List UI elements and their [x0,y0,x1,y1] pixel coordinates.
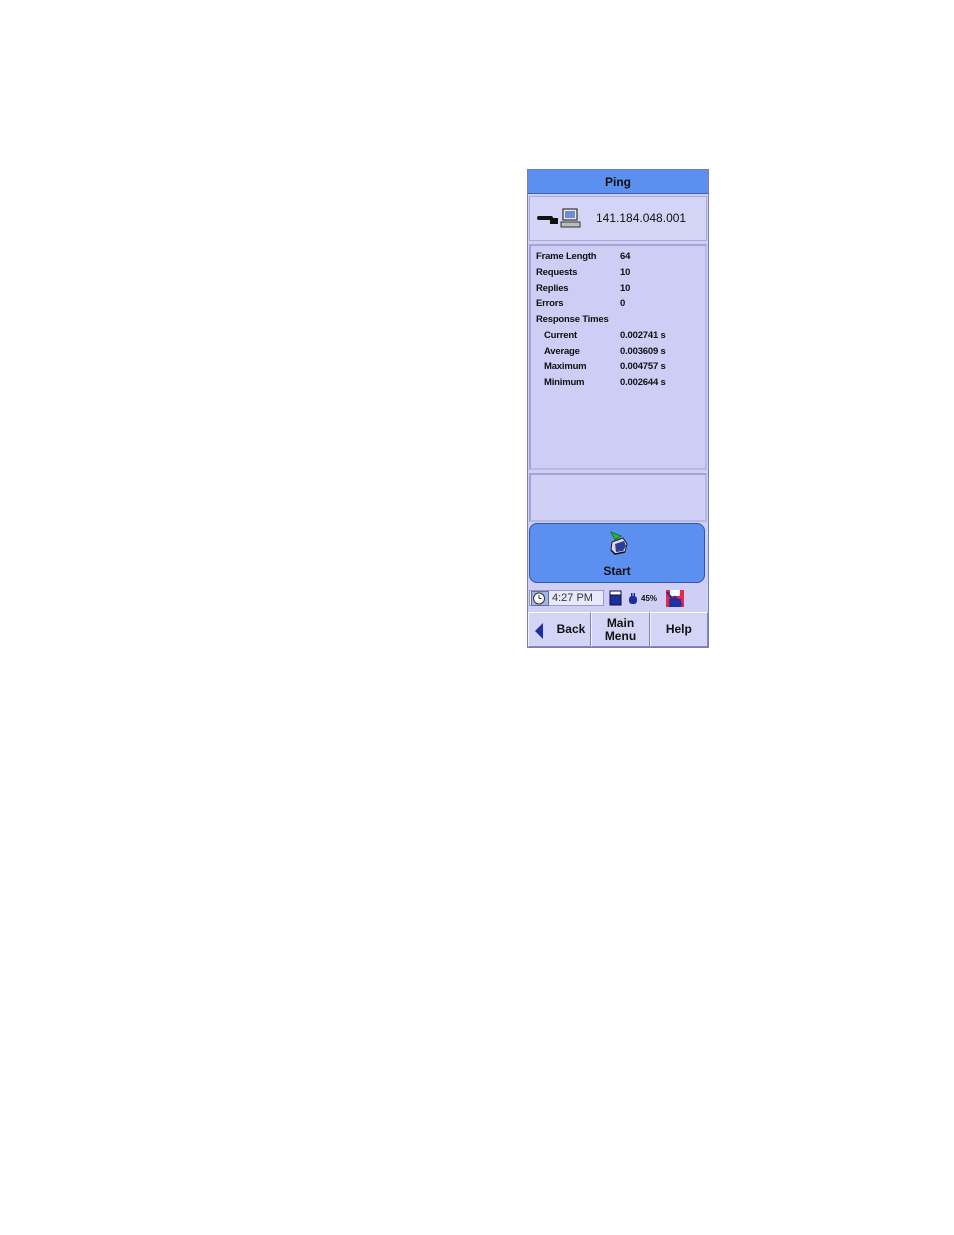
clock-icon [531,591,549,606]
start-button[interactable]: Start [529,523,705,583]
maximum-label: Maximum [544,361,587,372]
start-button-label: Start [603,564,631,578]
computer-icon [560,208,581,228]
help-button-label: Help [665,622,692,636]
save-icon[interactable] [665,588,685,608]
window-title: Ping [528,170,708,194]
frame-length-label: Frame Length [536,251,597,262]
response-times-label: Response Times [536,314,609,325]
network-connection-icon [537,216,558,224]
status-bar: 4:27 PM 45% [528,588,708,610]
target-ip-address: 141.184.048.001 [596,211,687,225]
maximum-value: 0.004757 s [620,361,666,372]
main-menu-label-line1: Main [606,615,635,630]
back-button-label: Back [556,622,586,636]
current-label: Current [544,330,577,341]
message-panel [529,473,707,522]
replies-value: 10 [620,283,631,294]
ping-screen: Ping 141.184.048.001 Frame Length 64 Req… [527,169,709,648]
main-menu-button[interactable]: Main Menu [591,612,650,647]
softkey-bar: Back Main Menu Help [528,612,708,647]
power-plug-icon [629,593,637,604]
errors-value: 0 [620,298,626,309]
battery-icon [609,590,622,606]
current-value: 0.002741 s [620,330,666,341]
average-label: Average [544,346,580,357]
replies-label: Replies [536,283,569,294]
battery-percentage: 45% [641,594,658,603]
start-hand-arrow-icon [610,531,628,555]
errors-label: Errors [536,298,564,309]
results-panel: Frame Length 64 Requests 10 Replies 10 E… [529,244,707,470]
average-value: 0.003609 s [620,346,666,357]
help-button[interactable]: Help [649,612,708,647]
clock-display[interactable]: 4:27 PM [529,590,604,606]
main-menu-label-line2: Menu [604,628,637,643]
main-menu-label: Main Menu [604,615,637,643]
requests-value: 10 [620,267,631,278]
back-button[interactable]: Back [528,612,592,647]
clock-time: 4:27 PM [552,592,593,604]
target-panel[interactable]: 141.184.048.001 [529,196,707,241]
minimum-value: 0.002644 s [620,377,666,388]
minimum-label: Minimum [544,377,585,388]
requests-label: Requests [536,267,578,278]
frame-length-value: 64 [620,251,631,262]
back-arrow-icon [535,623,543,639]
title-text: Ping [605,174,631,189]
